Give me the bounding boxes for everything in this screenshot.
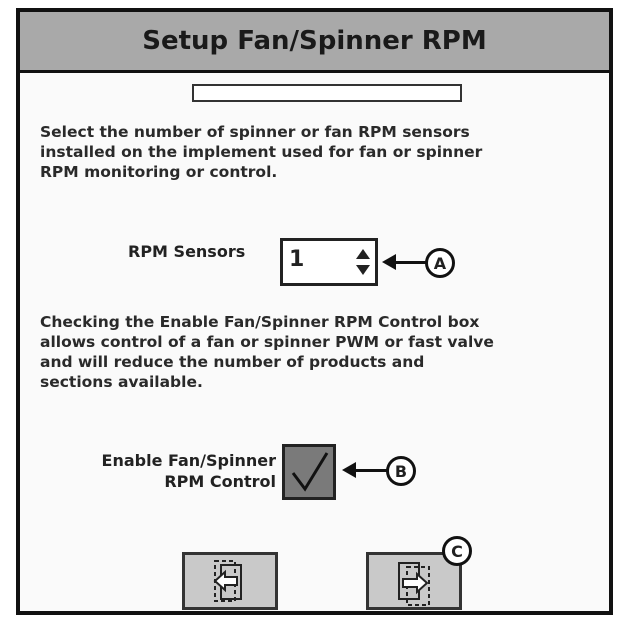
control-instructions: Checking the Enable Fan/Spinner RPM Cont… [40, 313, 494, 391]
up-down-arrows-icon[interactable] [355, 247, 371, 277]
title-bar: Setup Fan/Spinner RPM [20, 12, 609, 73]
rpm-sensors-value: 1 [289, 247, 305, 272]
callout-a-line [394, 261, 426, 264]
callout-b-line [354, 469, 388, 472]
checkmark-icon [291, 452, 329, 492]
page-title: Setup Fan/Spinner RPM [142, 26, 487, 56]
callout-b: B [386, 456, 416, 486]
progress-bar [192, 84, 462, 102]
exit-back-icon [213, 560, 242, 602]
enable-control-checkbox[interactable] [282, 444, 336, 500]
rpm-sensors-label: RPM Sensors [128, 242, 246, 261]
enable-control-label: Enable Fan/Spinner RPM Control [101, 451, 276, 491]
enter-next-icon [398, 562, 430, 606]
callout-c: C [442, 536, 472, 566]
back-button[interactable] [182, 552, 278, 610]
dialog-frame: Setup Fan/Spinner RPM Select the number … [16, 8, 613, 615]
rpm-sensors-stepper[interactable]: 1 [280, 238, 378, 286]
callout-a: A [425, 248, 455, 278]
sensors-instructions: Select the number of spinner or fan RPM … [40, 123, 483, 181]
